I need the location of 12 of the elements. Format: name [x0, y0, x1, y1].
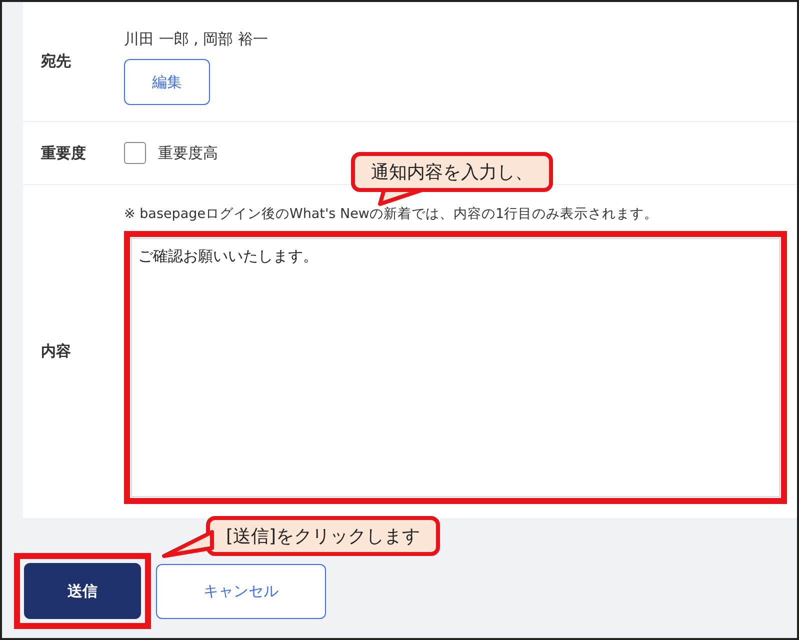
- checkbox[interactable]: [124, 142, 146, 164]
- field-label: 宛先: [40, 51, 72, 72]
- recipient-names: 川田 一郎 , 岡部 裕一: [124, 30, 269, 49]
- callout-pointer: [162, 528, 214, 558]
- field-label: 重要度: [40, 142, 87, 164]
- cancel-button[interactable]: キャンセル: [156, 564, 326, 618]
- send-button[interactable]: 送信: [24, 563, 141, 619]
- field-label: 内容: [40, 341, 72, 362]
- checkbox-label: 重要度高: [158, 144, 218, 162]
- content-textarea[interactable]: ご確認お願いいたします。: [131, 238, 780, 497]
- edit-button[interactable]: 編集: [124, 59, 210, 105]
- note-text: ※ basepageログイン後のWhat's Newの新着では、内容の1行目のみ表示されます。: [124, 205, 660, 223]
